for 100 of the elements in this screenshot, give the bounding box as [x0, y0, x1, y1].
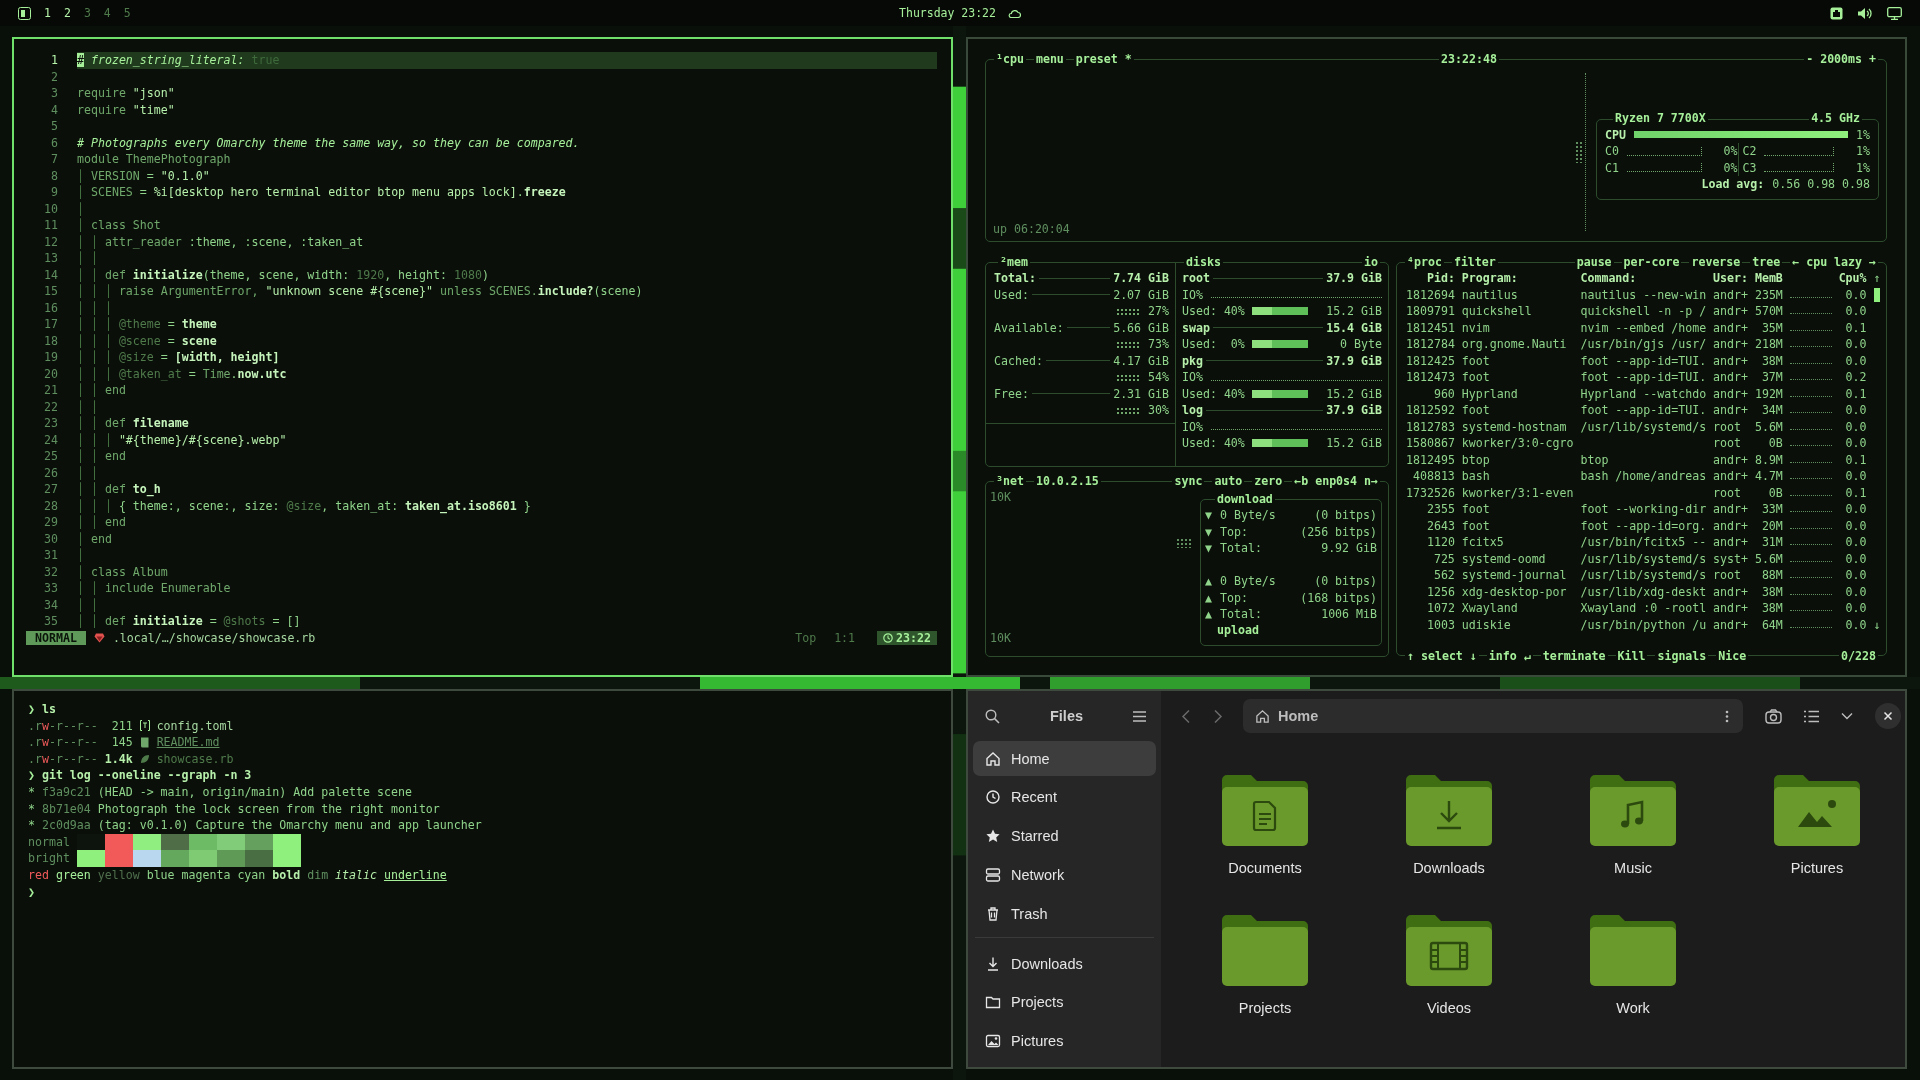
- line-number: 15: [43, 283, 58, 300]
- command-cell: foot --app-id=org.: [1580, 517, 1707, 534]
- core-label: C1: [1605, 159, 1619, 176]
- file-permissions: .rw-r--r--: [28, 734, 98, 751]
- workspace-button[interactable]: 5: [123, 6, 131, 20]
- list-view-icon[interactable]: [1804, 709, 1819, 723]
- sidebar-item[interactable]: Downloads: [973, 946, 1156, 982]
- network-icon[interactable]: [1830, 6, 1843, 20]
- sidebar-item[interactable]: Trash: [973, 896, 1156, 932]
- scroll-down-arrow[interactable]: ↓: [1873, 616, 1881, 633]
- speaker-icon[interactable]: [1857, 6, 1873, 20]
- user-cell: andr+: [1713, 303, 1748, 320]
- close-button[interactable]: [1875, 703, 1901, 729]
- folder-icon[interactable]: [1590, 774, 1676, 846]
- window-icon[interactable]: [18, 6, 31, 20]
- memory-cell-text: 0B: [1767, 435, 1783, 452]
- column-header[interactable]: Cpu%: [1838, 270, 1867, 287]
- column-header[interactable]: User:: [1713, 270, 1748, 287]
- folder-icon[interactable]: [1222, 774, 1308, 846]
- cpu-cell-text: 0.0: [1844, 352, 1867, 369]
- pid-cell-text: 562: [1432, 567, 1455, 584]
- cpu-cell-text: 0.0: [1844, 616, 1867, 633]
- used-size: 15.2 GiB: [1326, 385, 1382, 402]
- sidebar-item[interactable]: Projects: [973, 985, 1156, 1020]
- sidebar-item[interactable]: Pictures: [973, 1023, 1156, 1059]
- chevron-down-icon[interactable]: [1841, 712, 1853, 720]
- code-line: │ │ end: [77, 514, 127, 531]
- memory-percent: 27%: [1148, 303, 1169, 320]
- column-header[interactable]: Command:: [1580, 270, 1707, 287]
- menu-icon[interactable]: [1133, 710, 1146, 722]
- pid-cell: 1812451: [1406, 319, 1455, 336]
- column-header[interactable]: MemB: [1754, 270, 1783, 287]
- folder-icon[interactable]: [1406, 914, 1492, 986]
- workspace-button[interactable]: 3: [83, 6, 91, 20]
- core-label: C0: [1605, 143, 1619, 160]
- home-icon: [985, 750, 1001, 767]
- line-number: 29: [43, 514, 58, 531]
- folder-icon[interactable]: [1406, 774, 1492, 846]
- command-cell: /usr/lib/systemd/s: [1580, 418, 1707, 435]
- camera-icon[interactable]: [1765, 708, 1782, 724]
- folder-icon[interactable]: [1222, 914, 1308, 986]
- folder-icon[interactable]: [1774, 774, 1860, 846]
- pid-cell: 1809791: [1406, 303, 1455, 320]
- search-icon[interactable]: [985, 708, 1000, 724]
- core-percent: 0%: [1723, 159, 1738, 176]
- command-cell: nvim --embed /home: [1580, 319, 1707, 336]
- program-cell-text: btop: [1461, 451, 1491, 468]
- sidebar-item[interactable]: Network: [973, 857, 1156, 893]
- cpu-cell-text: 0.0: [1844, 468, 1867, 485]
- code-line: │ │: [77, 250, 99, 267]
- uptime: up 06:20:04: [993, 220, 1070, 237]
- user-cell: andr+: [1713, 583, 1748, 600]
- used-percent: 0%: [1229, 336, 1245, 353]
- monitor-icon[interactable]: [1887, 6, 1902, 20]
- traffic-value: 9.92 GiB: [1321, 540, 1377, 557]
- sidebar-label: Network: [1011, 866, 1065, 883]
- line-number: 34: [43, 596, 58, 613]
- style-sample: blue: [146, 866, 175, 884]
- sidebar-item[interactable]: Starred: [973, 818, 1156, 854]
- code-line: │ │ │: [77, 299, 113, 316]
- key-hint[interactable]: signals: [1655, 647, 1709, 665]
- command-cell-text: btop: [1580, 451, 1610, 468]
- file-name: config.toml: [156, 717, 234, 735]
- style-sample: dim: [307, 866, 329, 884]
- load-label: Load avg:: [1701, 176, 1765, 193]
- forward-icon[interactable]: [1213, 708, 1223, 724]
- commit-message: Add palette scene: [293, 783, 412, 801]
- column-header[interactable]: Program:: [1461, 270, 1574, 287]
- commit-hash: 8b71e04: [41, 800, 91, 818]
- sidebar-item[interactable]: Recent: [973, 779, 1156, 815]
- workspace-button[interactable]: 1: [44, 6, 51, 20]
- memory-label: Free:: [994, 385, 1029, 402]
- more-options-icon[interactable]: [1725, 709, 1729, 723]
- status-time: 23:22: [896, 631, 931, 645]
- memory-label: Total:: [994, 270, 1036, 287]
- code-line: │ │ end: [77, 382, 127, 399]
- cpu-graph: [1575, 141, 1583, 163]
- line-number: 18: [43, 332, 58, 349]
- back-icon[interactable]: [1181, 708, 1191, 724]
- used-label: Used:: [1182, 303, 1218, 320]
- cpu-model: Ryzen 7 7700X: [1613, 110, 1708, 127]
- scroll-up-arrow[interactable]: ↑: [1873, 270, 1881, 287]
- user-cell: andr+: [1713, 319, 1748, 336]
- memory-cell-text: 38M: [1760, 352, 1783, 369]
- direction-arrow: ▲: [1205, 573, 1212, 590]
- workspace-button[interactable]: 2: [63, 6, 71, 20]
- memory-cell-text: 38M: [1760, 583, 1783, 600]
- traffic-value: 1006 MiB: [1321, 606, 1377, 623]
- workspace-button[interactable]: 4: [103, 6, 111, 20]
- scroll-thumb[interactable]: [1873, 287, 1881, 302]
- memory-percent: 54%: [1148, 369, 1169, 386]
- clock-icon: [883, 633, 894, 643]
- path-bar[interactable]: Home: [1243, 699, 1743, 733]
- sidebar-item[interactable]: Home: [973, 741, 1156, 776]
- column-header[interactable]: Pid:: [1406, 270, 1455, 287]
- folder-icon[interactable]: [1590, 914, 1676, 986]
- line-number: 2: [50, 68, 58, 85]
- io-label: IO%: [1182, 418, 1203, 435]
- user-cell-text: root: [1713, 484, 1742, 501]
- traffic-label: Total:: [1220, 540, 1262, 557]
